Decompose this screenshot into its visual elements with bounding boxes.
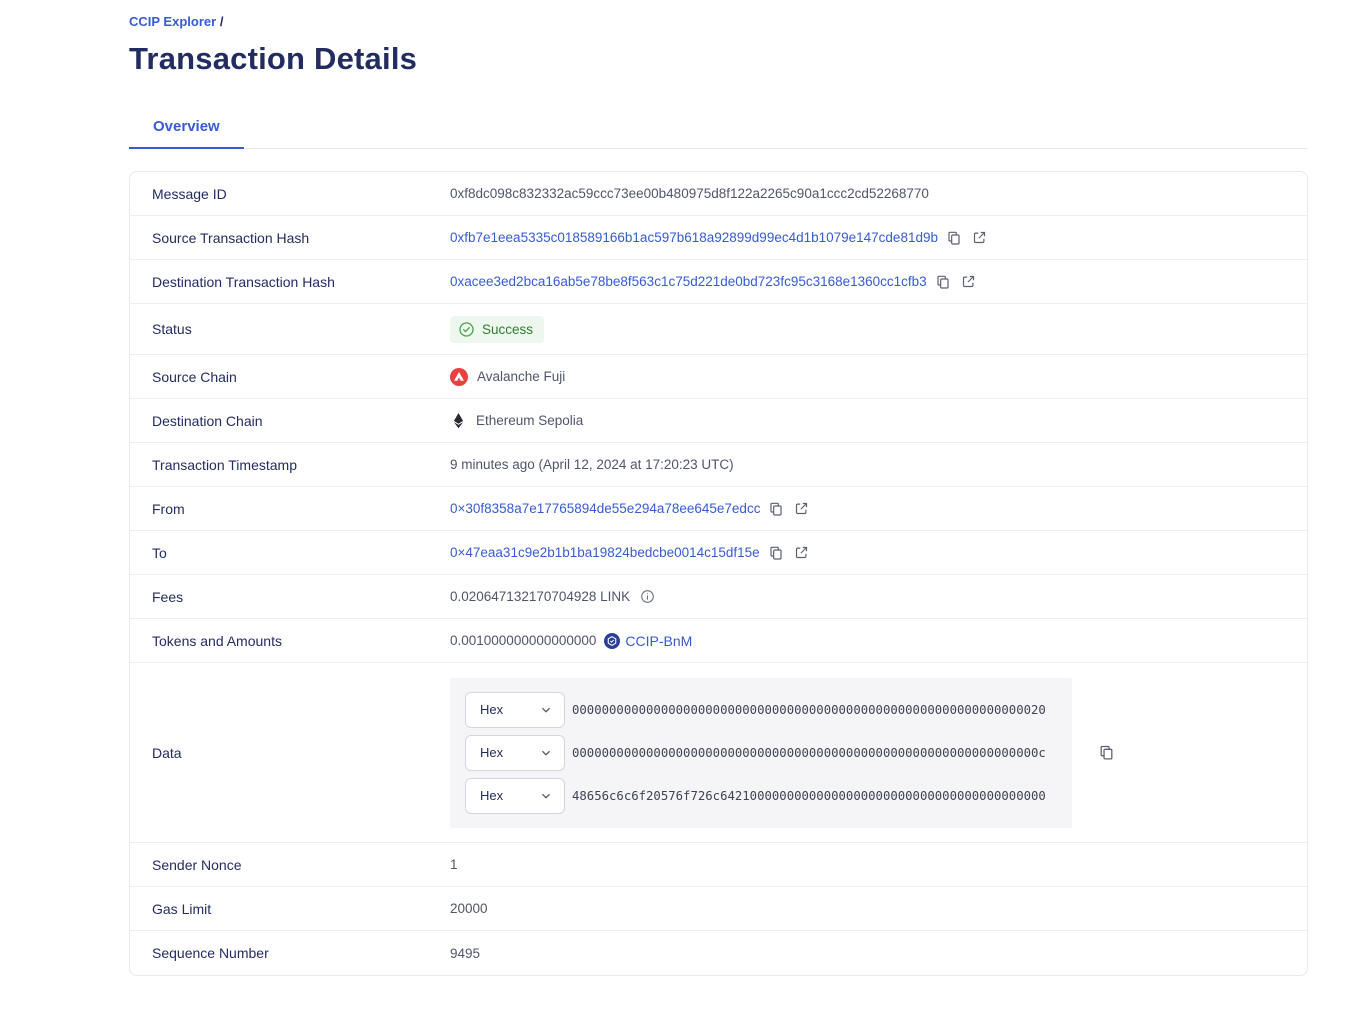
copy-icon (768, 501, 784, 517)
row-tokens-and-amounts: Tokens and Amounts 0.001000000000000000 … (130, 619, 1307, 663)
row-data: Data Hex 0000000000000000000000000000000… (130, 663, 1307, 843)
transaction-details-page: CCIP Explorer / Transaction Details Over… (0, 0, 1358, 976)
from-label: From (130, 501, 450, 517)
row-gas-limit: Gas Limit 20000 (130, 887, 1307, 931)
tab-bar: Overview (129, 106, 1308, 149)
fees-label: Fees (130, 589, 450, 605)
external-link-icon (794, 501, 809, 516)
source-tx-hash-link[interactable]: 0xfb7e1eea5335c018589166b1ac597b618a9289… (450, 230, 938, 245)
ethereum-icon (450, 412, 467, 429)
dest-tx-copy-button[interactable] (935, 274, 951, 290)
data-hex-line: 0000000000000000000000000000000000000000… (572, 746, 1046, 760)
dest-tx-hash-label: Destination Transaction Hash (130, 274, 450, 290)
data-line: Hex 000000000000000000000000000000000000… (465, 735, 1057, 771)
tab-overview[interactable]: Overview (129, 106, 244, 149)
dest-tx-hash-link[interactable]: 0xacee3ed2bca16ab5e78be8f563c1c75d221de0… (450, 274, 927, 289)
dest-chain-label: Destination Chain (130, 413, 450, 429)
copy-icon (946, 230, 962, 246)
row-status: Status Success (130, 304, 1307, 355)
token-amount: 0.001000000000000000 (450, 633, 596, 648)
data-format-select-value: Hex (480, 788, 503, 803)
breadcrumb-ccip-explorer-link[interactable]: CCIP Explorer (129, 14, 216, 29)
gas-limit-label: Gas Limit (130, 901, 450, 917)
status-badge: Success (450, 316, 544, 343)
page-title: Transaction Details (129, 40, 1308, 78)
breadcrumb-separator: / (220, 14, 224, 29)
data-line: Hex 48656c6c6f20576f726c6421000000000000… (465, 778, 1057, 814)
sender-nonce-value: 1 (450, 857, 458, 872)
copy-icon (1098, 744, 1115, 761)
external-link-icon (972, 230, 987, 245)
dest-chain-name: Ethereum Sepolia (476, 413, 583, 428)
sequence-number-label: Sequence Number (130, 945, 450, 961)
check-circle-icon (458, 321, 475, 338)
source-tx-external-link-button[interactable] (972, 230, 987, 245)
from-copy-button[interactable] (768, 501, 784, 517)
source-chain-name: Avalanche Fuji (477, 369, 565, 384)
data-hex-box: Hex 000000000000000000000000000000000000… (450, 678, 1072, 828)
timestamp-label: Transaction Timestamp (130, 457, 450, 473)
gas-limit-value: 20000 (450, 901, 488, 916)
sender-nonce-label: Sender Nonce (130, 857, 450, 873)
sequence-number-value: 9495 (450, 946, 480, 961)
from-external-link-button[interactable] (794, 501, 809, 516)
external-link-icon (961, 274, 976, 289)
avalanche-icon (450, 368, 468, 386)
source-tx-hash-label: Source Transaction Hash (130, 230, 450, 246)
data-hex-line: 48656c6c6f20576f726c64210000000000000000… (572, 789, 1046, 803)
row-dest-tx-hash: Destination Transaction Hash 0xacee3ed2b… (130, 260, 1307, 304)
to-label: To (130, 545, 450, 561)
token-name: CCIP-BnM (625, 633, 692, 649)
to-copy-button[interactable] (768, 545, 784, 561)
message-id-label: Message ID (130, 186, 450, 202)
row-sender-nonce: Sender Nonce 1 (130, 843, 1307, 887)
row-to: To 0×47eaa31c9e2b1b1ba19824bedcbe0014c15… (130, 531, 1307, 575)
timestamp-value: 9 minutes ago (April 12, 2024 at 17:20:2… (450, 457, 734, 472)
data-hex-line: 0000000000000000000000000000000000000000… (572, 703, 1046, 717)
external-link-icon (794, 545, 809, 560)
token-link[interactable]: CCIP-BnM (604, 633, 692, 649)
copy-icon (768, 545, 784, 561)
fees-info-icon[interactable] (640, 589, 655, 604)
data-line: Hex 000000000000000000000000000000000000… (465, 692, 1057, 728)
data-copy-button[interactable] (1098, 744, 1115, 761)
data-format-select-value: Hex (480, 702, 503, 717)
copy-icon (935, 274, 951, 290)
transaction-details-card: Message ID 0xf8dc098c832332ac59ccc73ee00… (129, 171, 1308, 976)
data-format-select[interactable]: Hex (465, 692, 565, 728)
data-format-select[interactable]: Hex (465, 735, 565, 771)
fees-value: 0.020647132170704928 LINK (450, 589, 630, 604)
status-label: Status (130, 321, 450, 337)
source-chain-label: Source Chain (130, 369, 450, 385)
row-message-id: Message ID 0xf8dc098c832332ac59ccc73ee00… (130, 172, 1307, 216)
source-tx-copy-button[interactable] (946, 230, 962, 246)
ccip-bnm-token-icon (604, 633, 620, 649)
to-address-link[interactable]: 0×47eaa31c9e2b1b1ba19824bedcbe0014c15df1… (450, 545, 760, 560)
row-fees: Fees 0.020647132170704928 LINK (130, 575, 1307, 619)
data-label: Data (130, 745, 450, 761)
row-timestamp: Transaction Timestamp 9 minutes ago (Apr… (130, 443, 1307, 487)
row-source-tx-hash: Source Transaction Hash 0xfb7e1eea5335c0… (130, 216, 1307, 260)
dest-tx-external-link-button[interactable] (961, 274, 976, 289)
chevron-down-icon (539, 746, 553, 760)
chevron-down-icon (539, 789, 553, 803)
message-id-value: 0xf8dc098c832332ac59ccc73ee00b480975d8f1… (450, 186, 929, 201)
tokens-label: Tokens and Amounts (130, 633, 450, 649)
row-source-chain: Source Chain Avalanche Fuji (130, 355, 1307, 399)
to-external-link-button[interactable] (794, 545, 809, 560)
chevron-down-icon (539, 703, 553, 717)
row-dest-chain: Destination Chain Ethereum Sepolia (130, 399, 1307, 443)
data-format-select-value: Hex (480, 745, 503, 760)
row-from: From 0×30f8358a7e17765894de55e294a78ee64… (130, 487, 1307, 531)
from-address-link[interactable]: 0×30f8358a7e17765894de55e294a78ee645e7ed… (450, 501, 760, 516)
data-format-select[interactable]: Hex (465, 778, 565, 814)
row-sequence-number: Sequence Number 9495 (130, 931, 1307, 975)
status-badge-text: Success (482, 322, 533, 337)
breadcrumb: CCIP Explorer / (129, 14, 1308, 30)
